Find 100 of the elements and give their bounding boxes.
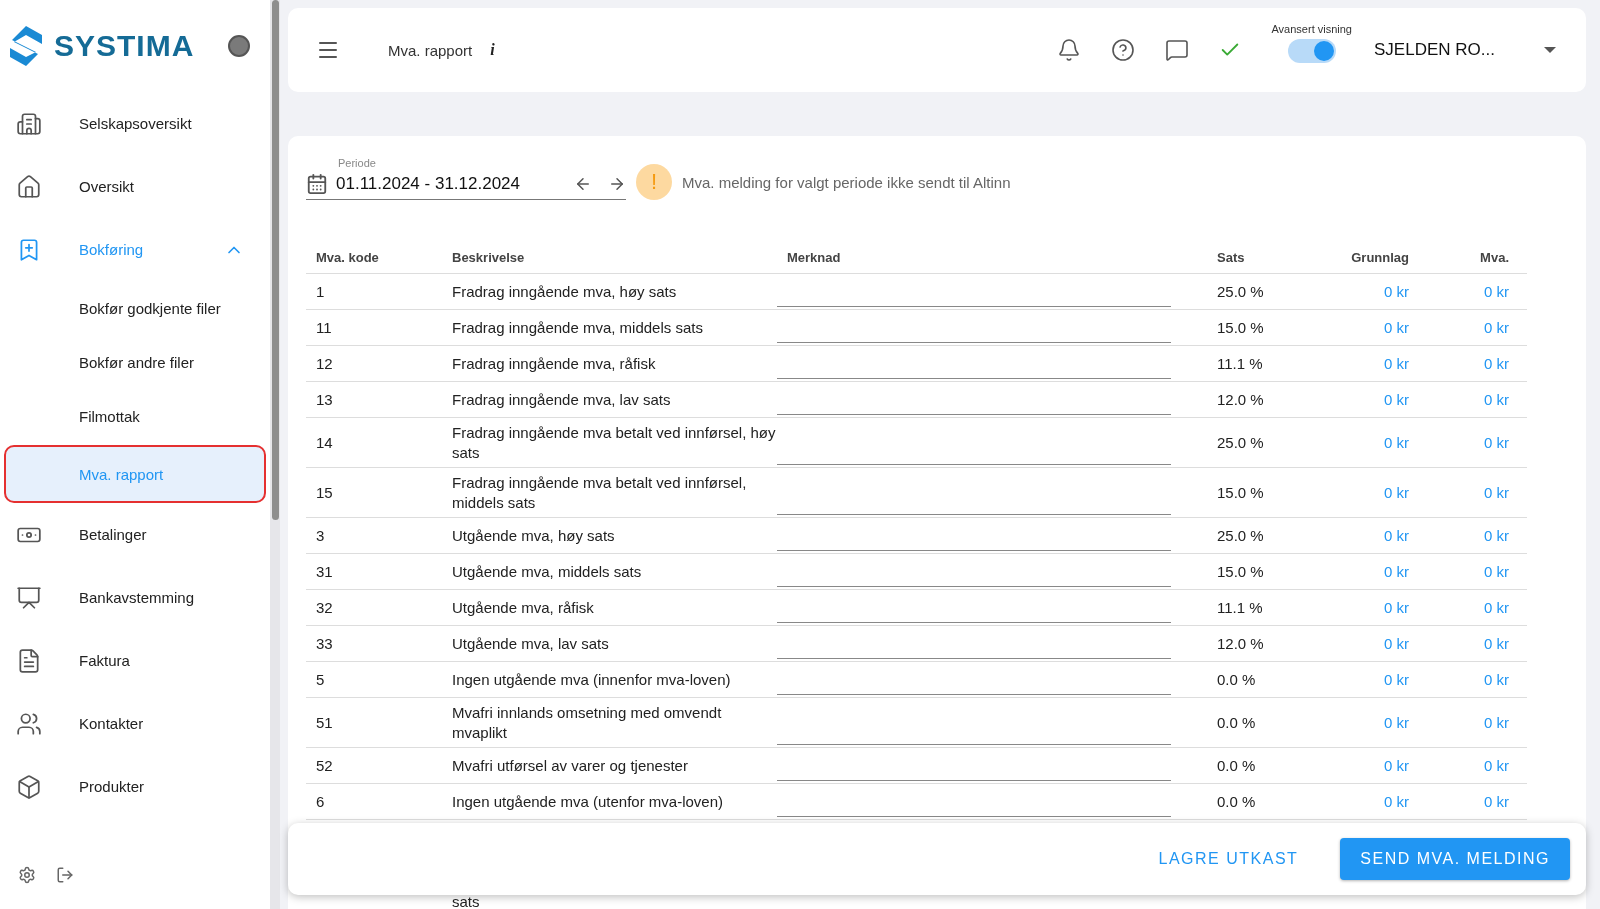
scrollbar-thumb[interactable] bbox=[272, 0, 279, 520]
send-button[interactable]: SEND MVA. MELDING bbox=[1340, 838, 1570, 880]
amount-link[interactable]: 0 kr bbox=[1484, 712, 1509, 733]
info-link[interactable]: i bbox=[490, 41, 495, 59]
table-cell: Utgående mva, høy sats bbox=[442, 518, 777, 554]
column-header: Merknad bbox=[777, 250, 1207, 274]
caret-icon[interactable] bbox=[1544, 47, 1556, 53]
table-cell: 14 bbox=[306, 418, 442, 468]
sidebar-subitem[interactable]: Mva. rapport bbox=[4, 445, 266, 503]
toggle-label: Avansert visning bbox=[1271, 23, 1352, 35]
sidebar-subitem[interactable]: Bokfør andre filer bbox=[0, 335, 270, 389]
table-cell: 15.0 % bbox=[1207, 468, 1317, 518]
table-cell: Ingen utgående mva (utenfor mva-loven) bbox=[442, 784, 777, 820]
sidebar-item[interactable]: Selskapsoversikt bbox=[0, 92, 270, 155]
amount-link[interactable]: 0 kr bbox=[1484, 432, 1509, 453]
table-cell: Ingen utgående mva (innenfor mva-loven) bbox=[442, 662, 777, 698]
sidebar-item[interactable]: Betalinger bbox=[0, 503, 270, 566]
table-cell: 12.0 % bbox=[1207, 626, 1317, 662]
building-icon bbox=[16, 110, 42, 137]
table-cell: 12 bbox=[306, 346, 442, 382]
table-cell: 15.0 % bbox=[1207, 310, 1317, 346]
column-header: Beskrivelse bbox=[442, 250, 777, 274]
amount-link[interactable]: 0 kr bbox=[1484, 791, 1509, 812]
calendar-icon bbox=[306, 172, 328, 195]
table-cell: 0.0 % bbox=[1207, 698, 1317, 748]
sidebar-item[interactable]: Faktura bbox=[0, 629, 270, 692]
table-cell: Fradrag inngående mva betalt ved innførsel, høy sats bbox=[442, 418, 777, 468]
amount-link[interactable]: 0 kr bbox=[1384, 482, 1409, 503]
table-cell: Fradrag inngående mva, lav sats bbox=[442, 382, 777, 418]
amount-link[interactable]: 0 kr bbox=[1384, 281, 1409, 302]
sidebar-item[interactable]: Bokføring bbox=[0, 218, 270, 281]
sidebar-subitem[interactable]: Bokfør godkjente filer bbox=[0, 281, 270, 335]
logo-text: SYSTIMA bbox=[54, 29, 196, 63]
amount-link[interactable]: 0 kr bbox=[1384, 561, 1409, 582]
amount-link[interactable]: 0 kr bbox=[1484, 389, 1509, 410]
table-cell: 13 bbox=[306, 382, 442, 418]
amount-link[interactable]: 0 kr bbox=[1484, 525, 1509, 546]
table-cell: 51 bbox=[306, 698, 442, 748]
sidebar-item[interactable]: Produkter bbox=[0, 755, 270, 818]
table-cell: 0.0 % bbox=[1207, 748, 1317, 784]
warning-icon: ! bbox=[636, 164, 672, 200]
table-cell: Utgående mva, råfisk bbox=[442, 590, 777, 626]
amount-link[interactable]: 0 kr bbox=[1384, 791, 1409, 812]
amount-link[interactable]: 0 kr bbox=[1384, 432, 1409, 453]
amount-link[interactable]: 0 kr bbox=[1484, 597, 1509, 618]
table-cell: 15.0 % bbox=[1207, 554, 1317, 590]
table-cell: 3 bbox=[306, 518, 442, 554]
amount-link[interactable]: 0 kr bbox=[1484, 755, 1509, 776]
table-cell: Fradrag inngående mva, middels sats bbox=[442, 310, 777, 346]
amount-link[interactable]: 0 kr bbox=[1384, 633, 1409, 654]
amount-link[interactable]: 0 kr bbox=[1384, 525, 1409, 546]
amount-link[interactable]: 0 kr bbox=[1484, 669, 1509, 690]
sidebar-item[interactable]: Oversikt bbox=[0, 155, 270, 218]
sidebar-item[interactable]: Kontakter bbox=[0, 692, 270, 755]
table-cell: 25.0 % bbox=[1207, 518, 1317, 554]
amount-link[interactable]: 0 kr bbox=[1484, 353, 1509, 374]
amount-link[interactable]: 0 kr bbox=[1384, 597, 1409, 618]
amount-link[interactable]: 0 kr bbox=[1384, 317, 1409, 338]
advanced-view-toggle[interactable] bbox=[1287, 39, 1336, 63]
sidebar-subitem[interactable]: Filmottak bbox=[0, 389, 270, 443]
page-title: Mva. rapport bbox=[388, 41, 473, 59]
settings-icon[interactable] bbox=[18, 866, 36, 884]
table-cell: 25.0 % bbox=[1207, 274, 1317, 310]
presenter-icon bbox=[16, 584, 42, 611]
status-dot-icon[interactable] bbox=[228, 35, 250, 57]
amount-link[interactable]: 0 kr bbox=[1484, 281, 1509, 302]
amount-link[interactable]: 0 kr bbox=[1384, 669, 1409, 690]
table-cell: Fradrag inngående mva betalt ved innførsel, middels sats bbox=[442, 468, 777, 518]
bell-icon[interactable] bbox=[1057, 38, 1082, 62]
amount-link[interactable]: 0 kr bbox=[1484, 317, 1509, 338]
column-header: Mva. bbox=[1427, 250, 1527, 274]
table-cell: Mvafri utførsel av varer og tjenester bbox=[442, 748, 777, 784]
table-cell: 52 bbox=[306, 748, 442, 784]
table-cell: Fradrag inngående mva, høy sats bbox=[442, 274, 777, 310]
column-header: Mva. kode bbox=[306, 250, 442, 274]
warning-message: Mva. melding for valgt periode ikke sendt til Altinn bbox=[682, 173, 1011, 191]
amount-link[interactable]: 0 kr bbox=[1484, 482, 1509, 503]
table-cell: 11.1 % bbox=[1207, 590, 1317, 626]
save-draft-button[interactable]: LAGRE UTKAST bbox=[1152, 849, 1305, 869]
amount-link[interactable]: 0 kr bbox=[1484, 633, 1509, 654]
amount-link[interactable]: 0 kr bbox=[1384, 353, 1409, 374]
chat-icon[interactable] bbox=[1165, 38, 1190, 62]
table-cell: 11.1 % bbox=[1207, 346, 1317, 382]
table-cell: 31 bbox=[306, 554, 442, 590]
sidebar-item[interactable]: Bankavstemming bbox=[0, 566, 270, 629]
logout-icon[interactable] bbox=[56, 866, 74, 884]
table-cell: 15 bbox=[306, 468, 442, 518]
logo-icon bbox=[8, 24, 44, 68]
table-cell: 25.0 % bbox=[1207, 418, 1317, 468]
table-cell: Utgående mva, middels sats bbox=[442, 554, 777, 590]
amount-link[interactable]: 0 kr bbox=[1384, 755, 1409, 776]
amount-link[interactable]: 0 kr bbox=[1384, 389, 1409, 410]
box-icon bbox=[16, 773, 42, 800]
help-icon[interactable] bbox=[1111, 38, 1136, 62]
amount-link[interactable]: 0 kr bbox=[1384, 712, 1409, 733]
period-field[interactable]: Periode 01.11.2024 - 31.12.2024 bbox=[306, 156, 626, 200]
company-selector[interactable]: SJELDEN RO... bbox=[1374, 40, 1544, 60]
table-cell: 12.0 % bbox=[1207, 382, 1317, 418]
amount-link[interactable]: 0 kr bbox=[1484, 561, 1509, 582]
table-cell: 33 bbox=[306, 626, 442, 662]
